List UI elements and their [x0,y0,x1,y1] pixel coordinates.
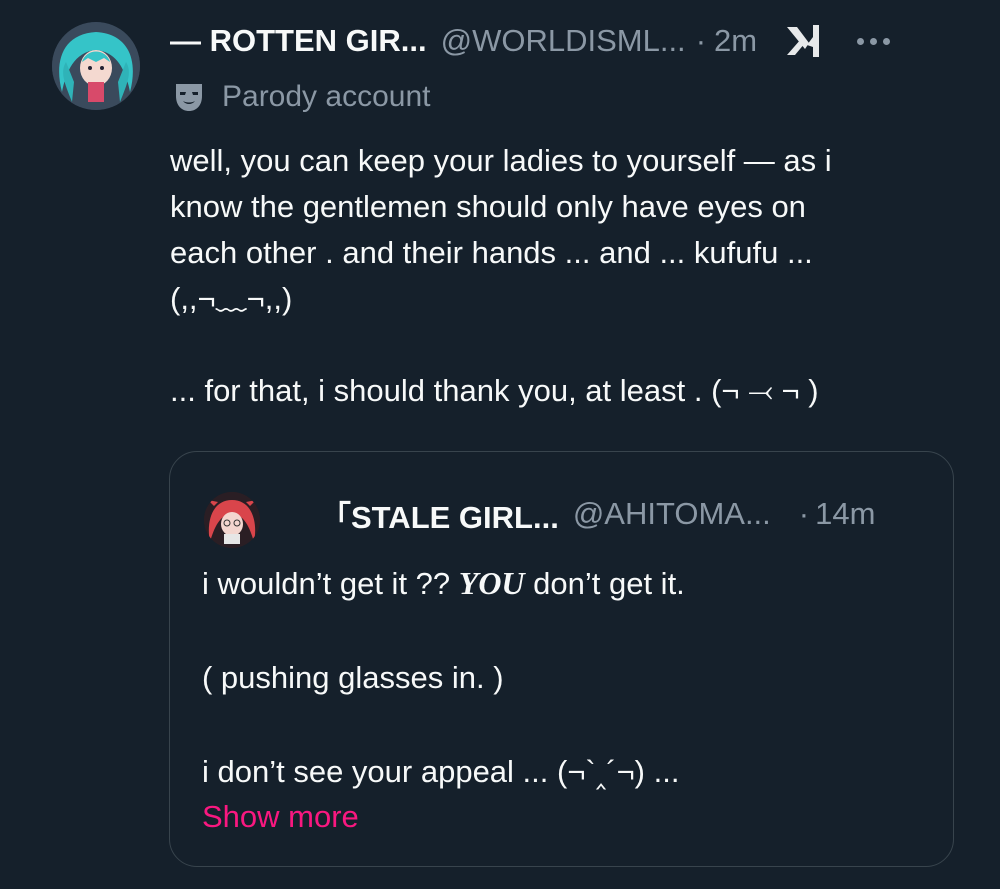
header-separator: · [695,23,707,58]
tweet-line: know the gentlemen should only have eyes… [170,189,806,224]
quoted-author-avatar[interactable] [204,492,260,548]
quoted-line: i wouldn’t get it ?? YOU don’t get it. [202,565,685,601]
emphasis-you: YOU [458,565,525,601]
quoted-separator: · [798,496,810,531]
quoted-tweet-body: i wouldn’t get it ?? YOU don’t get it. (… [202,560,922,839]
tweet-line: well, you can keep your ladies to yourse… [170,143,832,178]
quoted-timestamp[interactable]: 14m [815,496,875,532]
parody-mask-icon [176,84,202,111]
more-options-icon[interactable] [857,37,891,45]
quoted-display-name[interactable]: 「STALE GIRL... [320,492,559,537]
parody-label-text: Parody account [222,80,431,113]
quoted-line: ( pushing glasses in. ) [202,660,504,695]
quoted-line: i don’t see your appeal ... (¬`‸´¬) ... [202,754,680,789]
grok-icon[interactable] [783,21,827,61]
parody-account-label: Parody account [172,80,430,114]
tweet-line: ... for that, i should thank you, at lea… [170,373,819,408]
author-handle[interactable]: @WORLDISML... [441,23,686,59]
quoted-tweet-header: 「STALE GIRL... @AHITOMA... · 14m [320,492,923,536]
show-more-link[interactable]: Show more [202,795,922,839]
author-avatar[interactable] [52,22,140,110]
quoted-handle[interactable]: @AHITOMA... [573,496,771,532]
tweet-line: (,,¬﹏¬,,) [170,281,293,316]
tweet-timestamp[interactable]: 2m [714,23,757,59]
quoted-tweet-card[interactable]: 「STALE GIRL... @AHITOMA... · 14m i would… [169,451,954,867]
tweet-header: — ROTTEN GIR... @WORLDISML... · 2m [170,18,960,64]
tweet-body: well, you can keep your ladies to yourse… [170,138,960,414]
author-display-name[interactable]: — ROTTEN GIR... [170,23,427,59]
tweet-line: each other . and their hands ... and ...… [170,235,813,270]
